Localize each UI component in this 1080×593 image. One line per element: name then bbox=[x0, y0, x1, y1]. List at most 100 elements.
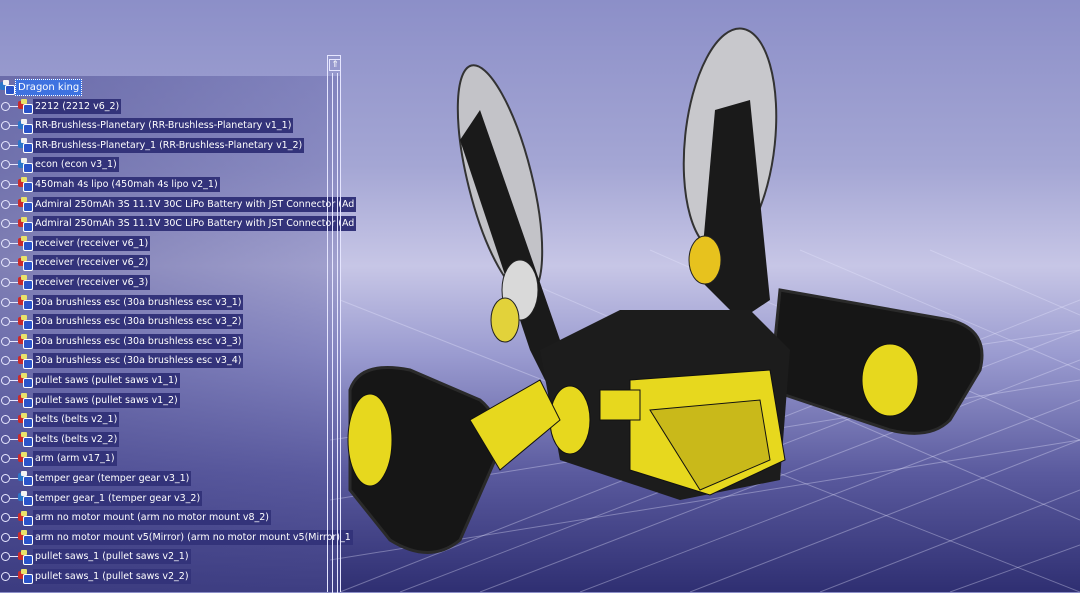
tree-connector bbox=[10, 125, 18, 127]
tree-item[interactable]: arm no motor mount v5(Mirror) (arm no mo… bbox=[0, 528, 353, 546]
scroll-up-icon[interactable]: ⇑ bbox=[329, 59, 341, 71]
tree-connector bbox=[10, 497, 18, 499]
tree-connector bbox=[10, 164, 18, 166]
expand-toggle-icon[interactable] bbox=[1, 336, 10, 346]
tree-item[interactable]: belts (belts v2_2) bbox=[0, 430, 120, 448]
expand-toggle-icon[interactable] bbox=[1, 571, 10, 581]
tree-item[interactable]: arm no motor mount (arm no motor mount v… bbox=[0, 509, 272, 527]
tree-connector bbox=[10, 575, 18, 577]
tree-item-label[interactable]: 450mah 4s lipo (450mah 4s lipo v2_1) bbox=[33, 176, 220, 192]
expand-toggle-icon[interactable] bbox=[1, 140, 10, 150]
tree-item[interactable]: 30a brushless esc (30a brushless esc v3_… bbox=[0, 313, 244, 331]
tree-item-label[interactable]: temper gear_1 (temper gear v3_2) bbox=[33, 490, 203, 506]
expand-toggle-icon[interactable] bbox=[1, 532, 10, 542]
tree-item-label[interactable]: 30a brushless esc (30a brushless esc v3_… bbox=[33, 333, 244, 349]
part-icon bbox=[18, 255, 33, 271]
tree-item[interactable]: 30a brushless esc (30a brushless esc v3_… bbox=[0, 293, 244, 311]
tree-item[interactable]: econ (econ v3_1) bbox=[0, 156, 119, 174]
tree-item[interactable]: pullet saws_1 (pullet saws v2_2) bbox=[0, 567, 191, 585]
3d-viewport[interactable]: Dragon king 2212 (2212 v6_2) RR-Brushless… bbox=[0, 0, 1080, 593]
tree-item[interactable]: receiver (receiver v6_3) bbox=[0, 273, 151, 291]
tree-item-label[interactable]: receiver (receiver v6_3) bbox=[33, 274, 151, 290]
tree-root-label[interactable]: Dragon king bbox=[15, 78, 83, 96]
part-icon bbox=[18, 412, 33, 428]
expand-toggle-icon[interactable] bbox=[1, 375, 10, 385]
part-icon bbox=[18, 510, 33, 526]
expand-toggle-icon[interactable] bbox=[1, 317, 10, 327]
expand-toggle-icon[interactable] bbox=[1, 199, 10, 209]
tree-item[interactable]: arm (arm v17_1) bbox=[0, 450, 117, 468]
tree-item-label[interactable]: pullet saws_1 (pullet saws v2_1) bbox=[33, 549, 191, 565]
expand-toggle-icon[interactable] bbox=[1, 473, 10, 483]
part-icon bbox=[18, 99, 33, 114]
tree-item-label[interactable]: 30a brushless esc (30a brushless esc v3_… bbox=[33, 314, 244, 330]
tree-item[interactable]: RR-Brushless-Planetary (RR-Brushless-Pla… bbox=[0, 117, 294, 135]
expand-toggle-icon[interactable] bbox=[1, 493, 10, 503]
specification-tree[interactable]: Dragon king 2212 (2212 v6_2) RR-Brushless… bbox=[0, 76, 357, 592]
expand-toggle-icon[interactable] bbox=[1, 395, 10, 405]
expand-toggle-icon[interactable] bbox=[1, 356, 10, 366]
tree-item-label[interactable]: arm (arm v17_1) bbox=[33, 451, 117, 467]
expand-toggle-icon[interactable] bbox=[1, 552, 10, 562]
part-icon bbox=[18, 177, 33, 193]
tree-connector bbox=[10, 242, 18, 244]
tree-item[interactable]: 450mah 4s lipo (450mah 4s lipo v2_1) bbox=[0, 175, 220, 193]
expand-toggle-icon[interactable] bbox=[1, 238, 10, 248]
expand-toggle-icon[interactable] bbox=[1, 434, 10, 444]
tree-item-label[interactable]: arm no motor mount (arm no motor mount v… bbox=[33, 510, 272, 526]
tree-item-label[interactable]: belts (belts v2_2) bbox=[33, 431, 120, 447]
expand-toggle-icon[interactable] bbox=[1, 179, 10, 189]
robot-model[interactable] bbox=[330, 20, 1050, 580]
expand-toggle-icon[interactable] bbox=[1, 415, 10, 425]
tree-item-label[interactable]: pullet saws (pullet saws v1_1) bbox=[33, 372, 180, 388]
expand-toggle-icon[interactable] bbox=[1, 454, 10, 464]
tree-item[interactable]: pullet saws_1 (pullet saws v2_1) bbox=[0, 548, 191, 566]
part-icon bbox=[18, 275, 33, 291]
tree-item-label[interactable]: Admiral 250mAh 3S 11.1V 30C LiPo Battery… bbox=[33, 196, 357, 212]
tree-connector bbox=[10, 340, 18, 342]
tree-item-label[interactable]: 30a brushless esc (30a brushless esc v3_… bbox=[33, 294, 244, 310]
tree-item[interactable]: 30a brushless esc (30a brushless esc v3_… bbox=[0, 332, 244, 350]
tree-item[interactable]: RR-Brushless-Planetary_1 (RR-Brushless-P… bbox=[0, 136, 305, 154]
expand-toggle-icon[interactable] bbox=[1, 513, 10, 523]
expand-toggle-icon[interactable] bbox=[1, 258, 10, 268]
tree-item[interactable]: pullet saws (pullet saws v1_2) bbox=[0, 391, 180, 409]
tree-item-label[interactable]: 30a brushless esc (30a brushless esc v3_… bbox=[33, 353, 244, 369]
part-icon bbox=[18, 353, 33, 369]
expand-toggle-icon[interactable] bbox=[1, 297, 10, 307]
tree-item-label[interactable]: pullet saws (pullet saws v1_2) bbox=[33, 392, 180, 408]
tree-item-label[interactable]: arm no motor mount v5(Mirror) (arm no mo… bbox=[33, 529, 353, 545]
tree-item[interactable]: temper gear_1 (temper gear v3_2) bbox=[0, 489, 203, 507]
tree-item[interactable]: temper gear (temper gear v3_1) bbox=[0, 469, 192, 487]
tree-connector bbox=[10, 556, 18, 558]
tree-item-label[interactable]: temper gear (temper gear v3_1) bbox=[33, 470, 192, 486]
tree-root[interactable]: Dragon king bbox=[0, 78, 83, 96]
tree-item-label[interactable]: Admiral 250mAh 3S 11.1V 30C LiPo Battery… bbox=[33, 216, 357, 232]
tree-connector bbox=[10, 321, 18, 323]
expand-toggle-icon[interactable] bbox=[1, 101, 10, 111]
tree-item[interactable]: 30a brushless esc (30a brushless esc v3_… bbox=[0, 352, 244, 370]
tree-item[interactable]: belts (belts v2_1) bbox=[0, 411, 120, 429]
part-icon bbox=[18, 569, 33, 585]
tree-item-label[interactable]: receiver (receiver v6_1) bbox=[33, 235, 151, 251]
tree-item-label[interactable]: belts (belts v2_1) bbox=[33, 412, 120, 428]
tree-item-label[interactable]: pullet saws_1 (pullet saws v2_2) bbox=[33, 568, 191, 584]
part-icon bbox=[18, 432, 33, 448]
tree-item[interactable]: 2212 (2212 v6_2) bbox=[0, 97, 122, 115]
scrollbar-thumb[interactable] bbox=[332, 73, 338, 593]
tree-item-label[interactable]: econ (econ v3_1) bbox=[33, 157, 119, 173]
tree-item[interactable]: Admiral 250mAh 3S 11.1V 30C LiPo Battery… bbox=[0, 215, 357, 233]
tree-item-label[interactable]: RR-Brushless-Planetary_1 (RR-Brushless-P… bbox=[33, 137, 305, 153]
expand-toggle-icon[interactable] bbox=[1, 277, 10, 287]
tree-item[interactable]: pullet saws (pullet saws v1_1) bbox=[0, 371, 180, 389]
tree-item[interactable]: receiver (receiver v6_1) bbox=[0, 234, 151, 252]
expand-toggle-icon[interactable] bbox=[1, 121, 10, 131]
tree-item-label[interactable]: 2212 (2212 v6_2) bbox=[33, 98, 122, 114]
expand-toggle-icon[interactable] bbox=[1, 219, 10, 229]
tree-item[interactable]: Admiral 250mAh 3S 11.1V 30C LiPo Battery… bbox=[0, 195, 357, 213]
tree-scrollbar[interactable]: ⇑ bbox=[327, 55, 341, 593]
tree-item-label[interactable]: receiver (receiver v6_2) bbox=[33, 255, 151, 271]
expand-toggle-icon[interactable] bbox=[1, 160, 10, 170]
tree-item-label[interactable]: RR-Brushless-Planetary (RR-Brushless-Pla… bbox=[33, 118, 294, 134]
tree-item[interactable]: receiver (receiver v6_2) bbox=[0, 254, 151, 272]
